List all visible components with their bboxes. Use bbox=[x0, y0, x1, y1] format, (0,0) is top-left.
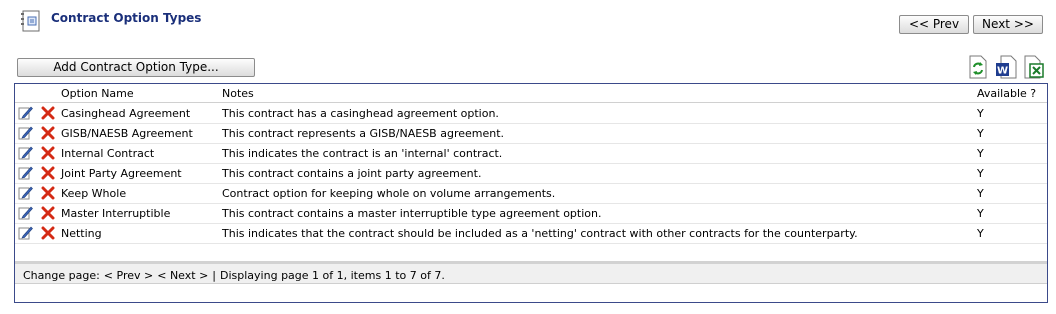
delete-icon[interactable] bbox=[41, 166, 55, 180]
next-page-button[interactable]: Next >> bbox=[973, 15, 1043, 34]
option-notes: This contract represents a GISB/NAESB ag… bbox=[222, 127, 505, 140]
delete-icon[interactable] bbox=[41, 126, 55, 140]
table-row: Netting This indicates that the contract… bbox=[15, 223, 1047, 244]
option-available: Y bbox=[977, 207, 984, 220]
pager-separator: | bbox=[212, 269, 217, 282]
table-row: Casinghead Agreement This contract has a… bbox=[15, 103, 1047, 124]
word-export-icon[interactable]: W bbox=[995, 55, 1017, 79]
pager-status: Displaying page 1 of 1, items 1 to 7 of … bbox=[220, 269, 445, 282]
table-row: Master Interruptible This contract conta… bbox=[15, 203, 1047, 224]
pager-next-link[interactable]: < Next > bbox=[157, 269, 208, 282]
add-contract-option-type-button[interactable]: Add Contract Option Type... bbox=[17, 58, 255, 77]
option-available: Y bbox=[977, 167, 984, 180]
option-name: Joint Party Agreement bbox=[61, 167, 182, 180]
delete-icon[interactable] bbox=[41, 146, 55, 160]
column-header-available[interactable]: Available ? bbox=[977, 87, 1036, 100]
table-row: Internal Contract This indicates the con… bbox=[15, 143, 1047, 164]
table-row: Joint Party Agreement This contract cont… bbox=[15, 163, 1047, 184]
option-available: Y bbox=[977, 127, 984, 140]
option-notes: This indicates the contract is an 'inter… bbox=[222, 147, 503, 160]
option-name: Netting bbox=[61, 227, 102, 240]
option-notes: This contract has a casinghead agreement… bbox=[222, 107, 499, 120]
option-notes: This indicates that the contract should … bbox=[222, 227, 858, 240]
refresh-icon[interactable] bbox=[967, 55, 989, 79]
column-header-option-name[interactable]: Option Name bbox=[61, 87, 134, 100]
delete-icon[interactable] bbox=[41, 106, 55, 120]
option-available: Y bbox=[977, 147, 984, 160]
table-header: Option Name Notes Available ? bbox=[15, 84, 1047, 103]
edit-icon[interactable] bbox=[18, 185, 33, 200]
delete-icon[interactable] bbox=[41, 186, 55, 200]
edit-icon[interactable] bbox=[18, 165, 33, 180]
option-name: GISB/NAESB Agreement bbox=[61, 127, 193, 140]
option-notes: Contract option for keeping whole on vol… bbox=[222, 187, 556, 200]
column-header-notes[interactable]: Notes bbox=[222, 87, 254, 100]
table-row: Keep Whole Contract option for keeping w… bbox=[15, 183, 1047, 204]
svg-text:W: W bbox=[997, 66, 1008, 77]
option-name: Keep Whole bbox=[61, 187, 127, 200]
edit-icon[interactable] bbox=[18, 205, 33, 220]
delete-icon[interactable] bbox=[41, 226, 55, 240]
option-name: Master Interruptible bbox=[61, 207, 171, 220]
option-name: Internal Contract bbox=[61, 147, 155, 160]
pager: Change page: < Prev > < Next > | Displaying … bbox=[15, 261, 1047, 284]
contract-option-types-table: Option Name Notes Available ? Casinghead… bbox=[14, 83, 1048, 303]
option-available: Y bbox=[977, 107, 984, 120]
pager-prev-link[interactable]: < Prev > bbox=[104, 269, 153, 282]
option-available: Y bbox=[977, 187, 984, 200]
excel-export-icon[interactable] bbox=[1022, 55, 1044, 79]
table-row: GISB/NAESB Agreement This contract repre… bbox=[15, 123, 1047, 144]
contract-document-icon bbox=[21, 10, 40, 32]
option-notes: This contract contains a joint party agr… bbox=[222, 167, 482, 180]
page-title: Contract Option Types bbox=[51, 11, 202, 25]
edit-icon[interactable] bbox=[18, 125, 33, 140]
option-name: Casinghead Agreement bbox=[61, 107, 191, 120]
option-notes: This contract contains a master interrup… bbox=[222, 207, 602, 220]
pager-label: Change page: bbox=[23, 269, 100, 282]
edit-icon[interactable] bbox=[18, 145, 33, 160]
delete-icon[interactable] bbox=[41, 206, 55, 220]
edit-icon[interactable] bbox=[18, 105, 33, 120]
prev-page-button[interactable]: << Prev bbox=[899, 15, 969, 34]
option-available: Y bbox=[977, 227, 984, 240]
edit-icon[interactable] bbox=[18, 225, 33, 240]
